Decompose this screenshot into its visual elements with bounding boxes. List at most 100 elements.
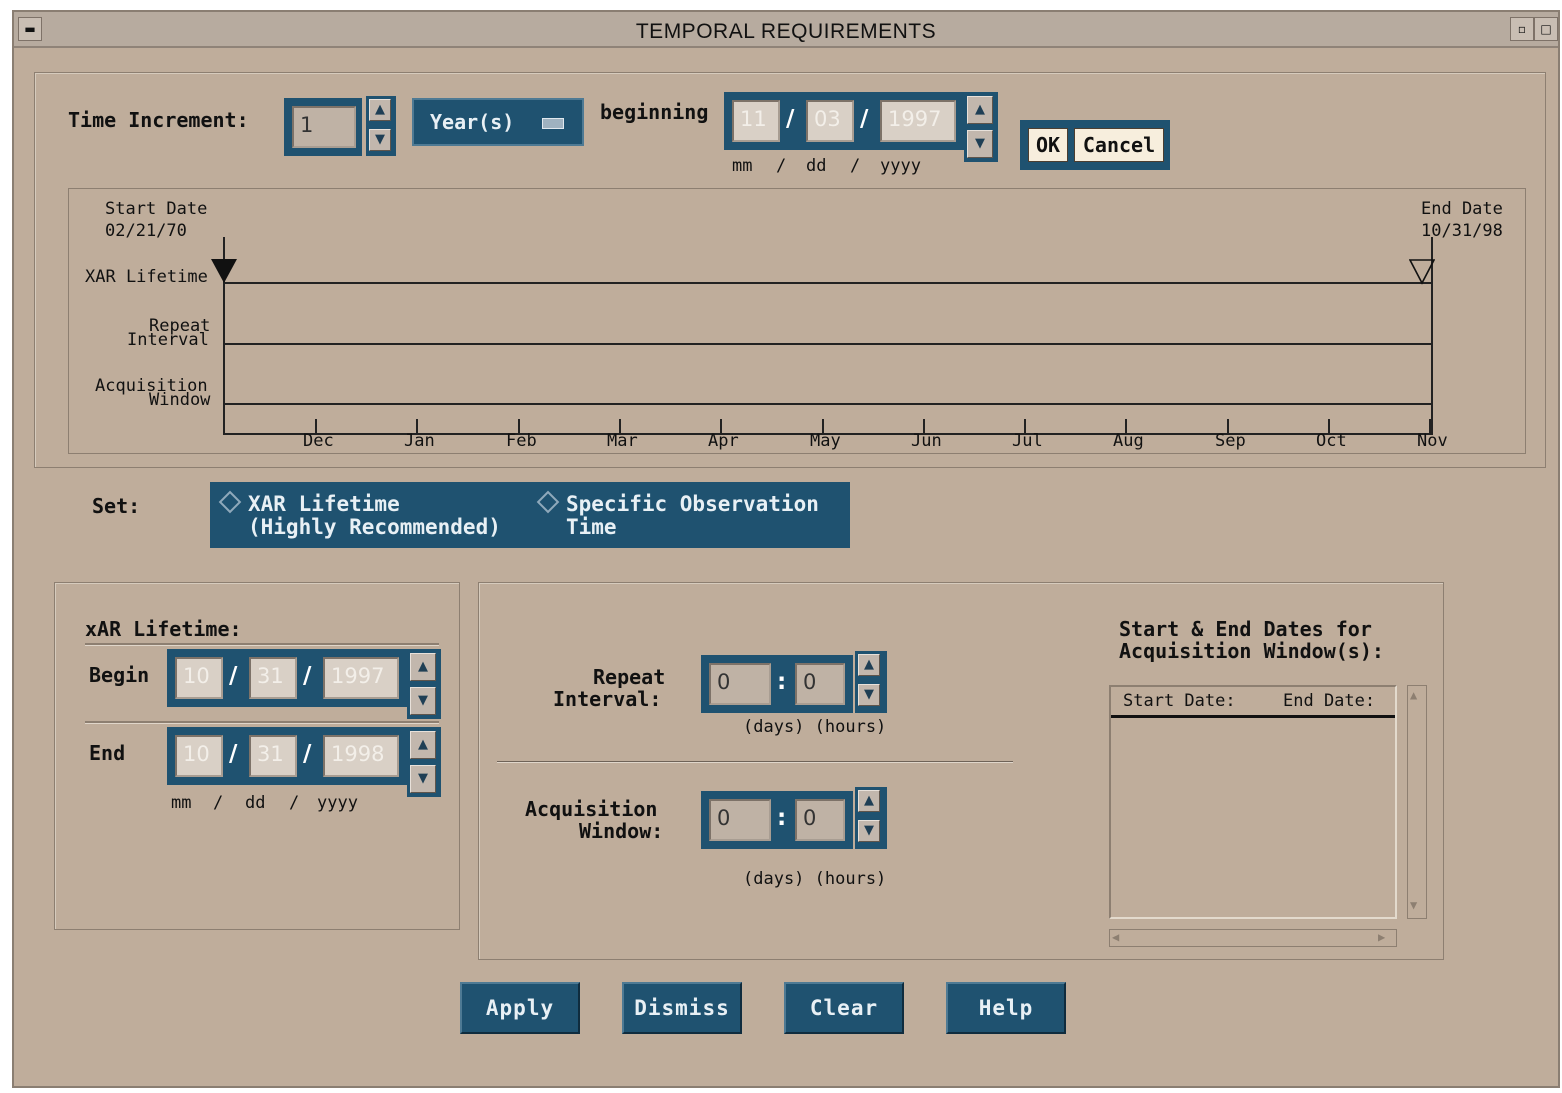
spin-down-icon[interactable]: ▼ [858,684,880,706]
lifetime-dd-hint: dd [245,793,266,813]
repeat-hours-input[interactable]: 0 [795,663,845,705]
month-label: Apr [708,431,739,451]
apply-button[interactable]: Apply [460,982,580,1034]
lifetime-track [223,282,1433,284]
spin-up-icon[interactable]: ▲ [858,654,880,676]
month-label: Jan [404,431,435,451]
end-year-input[interactable]: 1998 [323,735,399,777]
ok-button[interactable]: OK [1028,128,1068,162]
repeat-label-2: Interval: [553,687,662,711]
start-date-label: Start Date [105,199,208,219]
start-date-value: 02/21/70 [105,221,187,241]
windows-title-1: Start & End Dates for [1119,617,1372,641]
beginning-date-spinner: ▲ ▼ [964,92,998,162]
time-increment-spinner: ▲ ▼ [366,96,396,156]
title-bar[interactable]: ▬ TEMPORAL REQUIREMENTS ▫ □ [14,12,1558,48]
start-marker-icon[interactable] [211,259,237,283]
scroll-up-icon[interactable]: ▲ [1410,688,1417,702]
end-date-spinner: ▲ ▼ [407,727,441,797]
repeat-units: (days) (hours) [743,717,887,737]
clear-button[interactable]: Clear [784,982,904,1034]
maximize-icon[interactable]: □ [1534,17,1558,41]
lifetime-mm-hint: mm [171,793,192,813]
beginning-year-input[interactable]: 1997 [880,100,956,142]
end-day-input[interactable]: 31 [249,735,297,777]
spin-up-icon[interactable]: ▲ [369,99,391,121]
spin-down-icon[interactable]: ▼ [858,820,880,842]
time-increment-input[interactable]: 1 [292,106,356,148]
set-label: Set: [92,494,141,518]
begin-date-frame: 10 / 31 / 1997 [167,649,407,707]
begin-day-input[interactable]: 31 [249,657,297,699]
spin-up-icon[interactable]: ▲ [858,790,880,812]
ok-cancel-frame: OK Cancel [1020,120,1170,170]
beginning-dd-hint: dd [806,156,827,176]
radio-specific-icon[interactable] [536,490,560,514]
beginning-day-input[interactable]: 03 [806,100,854,142]
repeat-label-1: Repeat [593,665,666,689]
month-label: Feb [506,431,537,451]
radio-lifetime-label-2[interactable]: (Highly Recommended) [248,515,501,539]
spin-down-icon[interactable]: ▼ [410,765,436,793]
temporal-requirements-window: ▬ TEMPORAL REQUIREMENTS ▫ □ Time Increme… [12,10,1560,1088]
month-label: Jul [1012,431,1043,451]
spin-down-icon[interactable]: ▼ [369,129,391,151]
begin-month-input[interactable]: 10 [175,657,223,699]
unit-option-menu[interactable]: Year(s) [412,98,584,146]
spin-up-icon[interactable]: ▲ [410,731,436,759]
minimize-icon[interactable]: ▫ [1510,17,1534,41]
acquisition-frame: 0 : 0 [701,791,853,849]
end-date-frame: 10 / 31 / 1998 [167,727,407,785]
begin-year-input[interactable]: 1997 [323,657,399,699]
radio-lifetime-label-1[interactable]: XAR Lifetime [248,492,400,516]
beginning-yyyy-hint: yyyy [880,156,921,176]
column-start-date: Start Date: [1123,691,1236,711]
beginning-month-input[interactable]: 11 [732,100,780,142]
windows-title-2: Acquisition Window(s): [1119,639,1384,663]
repeat-spinner: ▲ ▼ [855,651,887,713]
radio-lifetime-icon[interactable] [218,490,242,514]
acquisition-track [223,403,1433,405]
windows-list[interactable]: Start Date: End Date: [1109,685,1397,919]
end-month-input[interactable]: 10 [175,735,223,777]
dismiss-button[interactable]: Dismiss [622,982,742,1034]
end-marker-icon[interactable] [1408,259,1436,285]
acquisition-units: (days) (hours) [743,869,887,889]
scroll-right-icon[interactable]: ▶ [1378,930,1385,944]
radio-specific-label-2[interactable]: Time [566,515,617,539]
acquisition-hours-input[interactable]: 0 [795,799,845,841]
month-label: Aug [1113,431,1144,451]
help-button[interactable]: Help [946,982,1066,1034]
time-increment-frame: 1 [284,98,362,156]
repeat-days-input[interactable]: 0 [709,663,771,705]
scroll-left-icon[interactable]: ◀ [1112,930,1119,944]
month-label: May [810,431,841,451]
radio-specific-label-1[interactable]: Specific Observation [566,492,819,516]
spin-up-icon[interactable]: ▲ [410,653,436,681]
acquisition-label-2: Window: [579,819,664,843]
interval-panel: Repeat Interval: 0 : 0 ▲ ▼ (days) (hours… [478,582,1444,960]
month-label: Jun [911,431,942,451]
timeline-chart: Start Date 02/21/70 End Date 10/31/98 XA… [68,188,1526,454]
month-label: Sep [1215,431,1246,451]
end-date-value: 10/31/98 [1421,221,1503,241]
acquisition-row-label-2: Window [149,390,211,410]
vertical-scrollbar[interactable]: ▲ ▼ [1407,685,1427,919]
beginning-label: beginning [600,100,709,124]
lifetime-yyyy-hint: yyyy [317,793,358,813]
spin-down-icon[interactable]: ▼ [410,687,436,715]
beginning-date-frame: 11 / 03 / 1997 [724,92,964,150]
spin-up-icon[interactable]: ▲ [967,96,993,124]
repeat-track [223,343,1433,345]
horizontal-scrollbar[interactable]: ◀ ▶ [1109,929,1397,947]
month-label: Dec [303,431,334,451]
acquisition-days-input[interactable]: 0 [709,799,771,841]
time-increment-label: Time Increment: [68,108,249,132]
scroll-down-icon[interactable]: ▼ [1410,898,1417,912]
spin-down-icon[interactable]: ▼ [967,130,993,158]
window-title: TEMPORAL REQUIREMENTS [635,20,937,43]
begin-date-spinner: ▲ ▼ [407,649,441,719]
acquisition-spinner: ▲ ▼ [855,787,887,849]
unit-option-value: Year(s) [430,110,515,134]
cancel-button[interactable]: Cancel [1074,128,1164,162]
